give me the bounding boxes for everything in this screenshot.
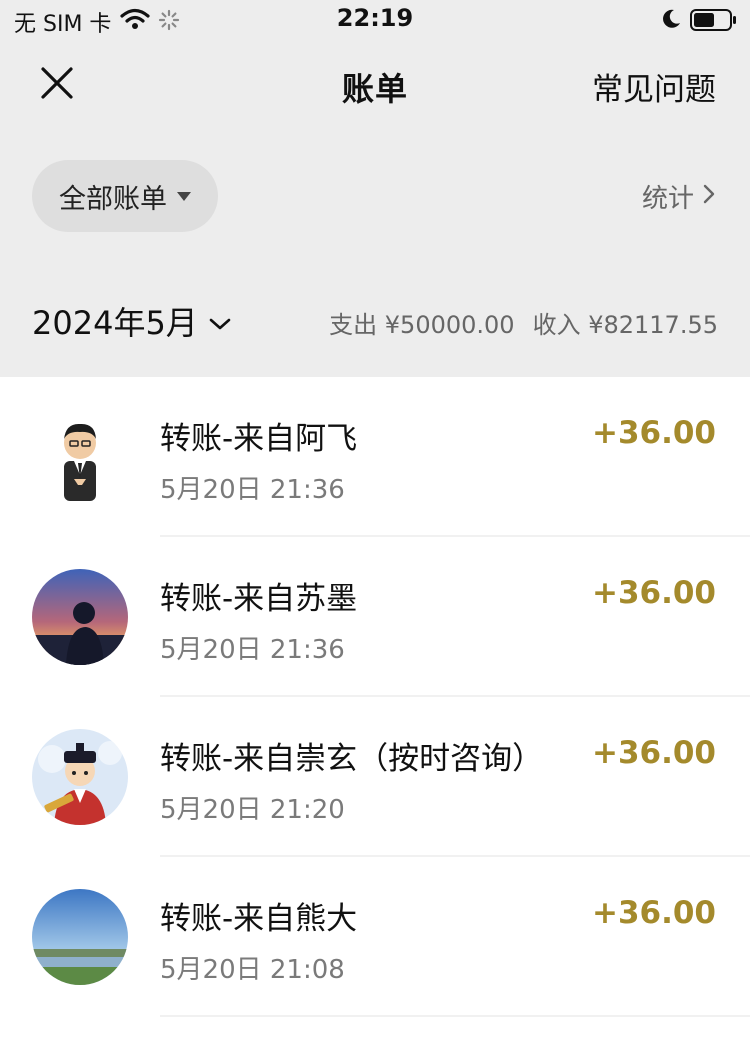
transaction-time: 5月20日 21:36 (160, 475, 345, 505)
transaction-title: 转账-来自熊大 (160, 901, 358, 937)
transaction-time: 5月20日 21:20 (160, 795, 345, 825)
bill-screen: 无 SIM 卡 22:19 账单 常见问题 全部账单 统计 2024年5月 支出… (0, 0, 750, 1043)
chevron-right-icon (702, 182, 716, 212)
do-not-disturb-moon-icon (660, 8, 682, 34)
transaction-row[interactable]: 转账-来自阿飞 5月20日 21:36 +36.00 (0, 377, 750, 537)
transaction-time: 5月20日 21:36 (160, 635, 345, 665)
statistics-label: 统计 (641, 184, 694, 214)
month-summary: 支出 ¥50000.00 收入 ¥82117.55 (329, 305, 718, 340)
transaction-list: 转账-来自阿飞 5月20日 21:36 +36.00 转账-来自苏墨 5月20日… (0, 377, 750, 1043)
avatar (32, 889, 128, 985)
clock: 22:19 (336, 4, 414, 32)
month-selector[interactable]: 2024年5月 (32, 298, 232, 344)
month-label: 2024年5月 (32, 304, 198, 342)
status-bar: 无 SIM 卡 22:19 (0, 0, 750, 40)
transaction-row[interactable]: 转账-来自苏墨 5月20日 21:36 +36.00 (0, 537, 750, 697)
transaction-row[interactable]: 转账-来自崇玄（按时咨询） 5月20日 21:20 +36.00 (0, 697, 750, 857)
divider (160, 1015, 750, 1017)
transaction-title: 转账-来自苏墨 (160, 581, 358, 617)
transaction-amount: +36.00 (591, 575, 716, 611)
transaction-time: 5月20日 21:08 (160, 955, 345, 985)
income-total: 收入 ¥82117.55 (532, 311, 718, 339)
faq-button[interactable]: 常见问题 (592, 64, 716, 109)
chevron-down-icon (208, 302, 232, 340)
transaction-row[interactable]: 转账-来自熊大 5月20日 21:08 +36.00 (0, 857, 750, 1017)
caret-down-icon (177, 191, 191, 201)
expense-total: 支出 ¥50000.00 (329, 311, 515, 339)
avatar (32, 569, 128, 665)
transaction-amount: +36.00 (591, 735, 716, 771)
avatar (32, 729, 128, 825)
transaction-title: 转账-来自崇玄（按时咨询） (160, 741, 544, 777)
transaction-amount: +36.00 (591, 415, 716, 451)
avatar (32, 409, 128, 505)
transaction-title: 转账-来自阿飞 (160, 421, 358, 457)
battery-icon (690, 9, 738, 35)
bill-filter-label: 全部账单 (59, 183, 167, 215)
transaction-amount: +36.00 (591, 895, 716, 931)
statistics-link[interactable]: 统计 (642, 178, 716, 215)
bill-filter-dropdown[interactable]: 全部账单 (32, 160, 218, 232)
